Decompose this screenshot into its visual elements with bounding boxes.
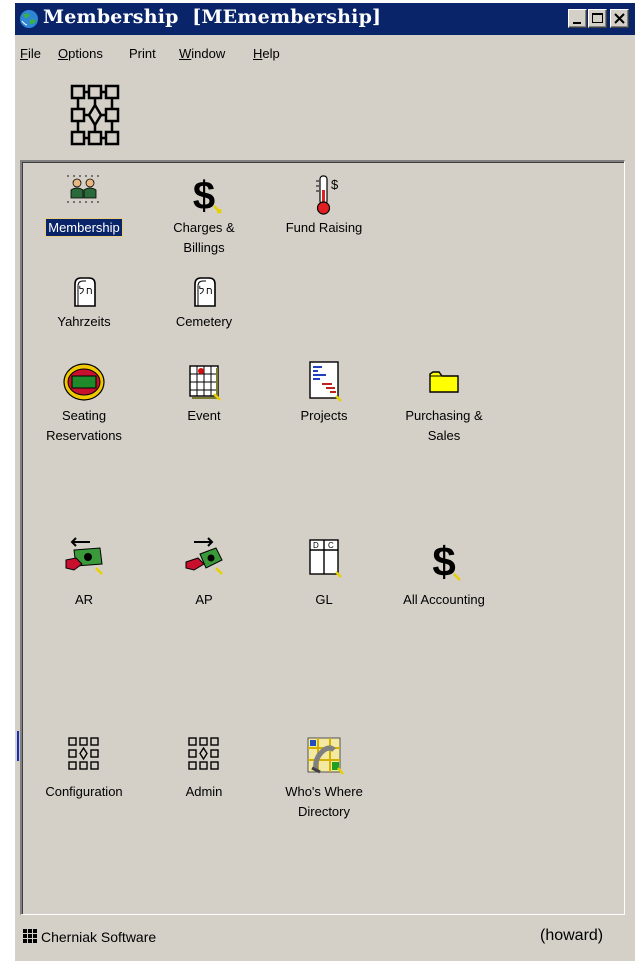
globe-app-icon <box>20 10 38 28</box>
app-whos-where-label-1: Who's Where <box>285 784 363 799</box>
svg-text:C: C <box>328 541 334 550</box>
app-purchasing-label-2: Sales <box>427 428 461 443</box>
flowchart-logo-icon <box>70 84 120 146</box>
minimize-button[interactable] <box>568 9 587 28</box>
tablet-icon: ל ח <box>194 277 216 307</box>
app-ap-label: AP <box>195 592 213 607</box>
window-title: Membership [MEmembership] <box>43 6 382 28</box>
app-seating-reservations[interactable]: Seating Reservations <box>24 360 144 450</box>
flowchart-icon <box>188 737 219 770</box>
tablet-icon: ל ח <box>74 277 96 307</box>
svg-text:ח: ח <box>86 286 93 297</box>
calendar-icon <box>189 365 221 401</box>
menu-options[interactable]: Options <box>58 46 103 61</box>
app-admin[interactable]: Admin <box>144 732 264 822</box>
app-all-accounting[interactable]: $ All Accounting <box>384 536 504 616</box>
dollar-icon: $ <box>193 174 222 218</box>
thermometer-icon: $ <box>316 175 339 215</box>
app-configuration[interactable]: Configuration <box>24 732 144 822</box>
menu-window[interactable]: Window <box>179 46 225 61</box>
app-event-label: Event <box>187 408 221 423</box>
app-fund-raising[interactable]: $ Fund Raising <box>264 170 384 260</box>
app-charges-billings[interactable]: $ Charges & Billings <box>144 170 264 260</box>
svg-text:ל: ל <box>79 285 84 297</box>
money-out-icon <box>185 537 223 575</box>
app-ar-label: AR <box>74 592 94 607</box>
close-button[interactable] <box>610 9 629 28</box>
app-admin-label: Admin <box>185 784 223 799</box>
company-name: Cherniak Software <box>41 929 157 945</box>
money-in-icon <box>65 537 103 575</box>
app-configuration-label: Configuration <box>45 784 123 799</box>
menu-bar <box>15 35 635 59</box>
app-projects[interactable]: Projects <box>264 360 384 450</box>
svg-text:ח: ח <box>206 286 213 297</box>
app-gl[interactable]: D C GL <box>264 536 384 616</box>
menu-print[interactable]: Print <box>129 46 156 61</box>
current-user: (howard) <box>540 927 604 944</box>
svg-text:$: $ <box>432 538 455 584</box>
minimize-icon <box>573 22 581 24</box>
company-logo-icon <box>23 929 37 943</box>
app-purchasing-label-1: Purchasing & <box>405 408 483 423</box>
app-purchasing-sales[interactable]: Purchasing & Sales <box>384 360 504 450</box>
app-seating-label-2: Reservations <box>46 428 122 443</box>
app-all-accounting-label: All Accounting <box>403 592 485 607</box>
svg-text:$: $ <box>193 174 215 218</box>
folder-icon <box>429 371 459 393</box>
people-icon <box>67 175 99 203</box>
app-whos-where-directory[interactable]: Who's Where Directory <box>264 732 384 822</box>
app-cemetery[interactable]: ל ח Cemetery <box>144 272 264 336</box>
gantt-icon <box>309 361 342 402</box>
dollar-icon: $ <box>432 538 461 584</box>
app-projects-label: Projects <box>300 408 348 423</box>
menu-file[interactable]: File <box>20 46 41 61</box>
app-charges-label-1: Charges & <box>173 220 235 235</box>
phone-map-icon <box>307 737 344 775</box>
app-membership-label: Membership <box>45 218 123 237</box>
app-whos-where-label-2: Directory <box>297 804 350 819</box>
app-yahrzeits-label: Yahrzeits <box>57 314 111 329</box>
app-event[interactable]: Event <box>144 360 264 450</box>
close-icon <box>614 13 625 24</box>
window-edge-marker <box>17 731 19 761</box>
flowchart-icon <box>68 737 99 770</box>
maximize-button[interactable] <box>588 9 607 28</box>
app-membership[interactable]: Membership <box>24 170 144 260</box>
ledger-icon: D C <box>309 539 342 578</box>
title-bar[interactable]: Membership [MEmembership] <box>15 3 635 35</box>
app-ap[interactable]: AP <box>144 536 264 616</box>
svg-text:$: $ <box>331 177 339 192</box>
svg-text:ל: ל <box>199 285 204 297</box>
app-fund-raising-label: Fund Raising <box>285 220 363 235</box>
app-cemetery-label: Cemetery <box>175 314 233 329</box>
menu-help[interactable]: Help <box>253 46 280 61</box>
svg-text:D: D <box>313 541 319 550</box>
app-seating-label-1: Seating <box>61 408 107 423</box>
app-gl-label: GL <box>315 592 333 607</box>
stadium-icon <box>63 363 105 401</box>
app-charges-label-2: Billings <box>183 240 225 255</box>
app-ar[interactable]: AR <box>24 536 144 616</box>
maximize-icon <box>592 13 603 23</box>
app-yahrzeits[interactable]: ל ח Yahrzeits <box>24 272 144 336</box>
